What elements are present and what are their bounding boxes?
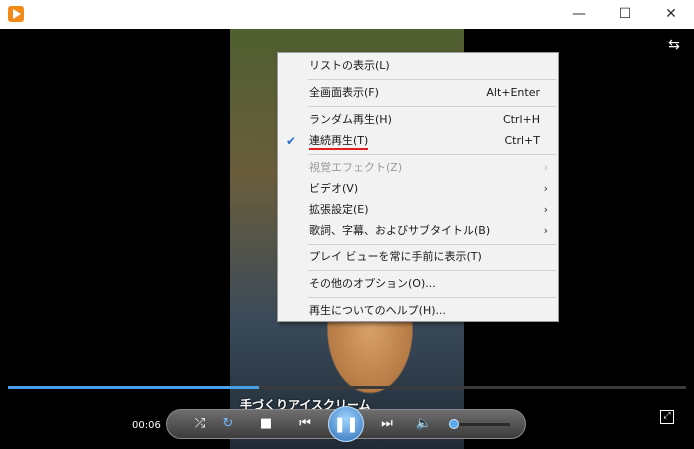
menu-item-label: リストの表示(L) (309, 59, 390, 72)
menu-item-shortcut: Ctrl+T (504, 134, 540, 147)
menu-separator (308, 106, 556, 107)
menu-item-show-list[interactable]: リストの表示(L) (278, 56, 558, 76)
menu-item-label: 全画面表示(F) (309, 86, 379, 99)
menu-item-playback-help[interactable]: 再生についてのヘルプ(H)... (278, 301, 558, 321)
menu-separator (308, 297, 556, 298)
menu-item-label: 拡張設定(E) (309, 203, 369, 216)
pause-button[interactable]: ❚❚ (328, 406, 364, 442)
menu-item-label: 視覚エフェクト(Z) (309, 161, 403, 174)
stop-icon[interactable]: ■ (256, 414, 276, 434)
menu-item-shortcut: Alt+Enter (486, 86, 540, 99)
shuffle-icon[interactable]: ⤮ (190, 414, 210, 434)
menu-item-always-on-top[interactable]: プレイ ビューを常に手前に表示(T) (278, 247, 558, 267)
menu-item-repeat[interactable]: ✔ 連続再生(T) Ctrl+T (278, 131, 558, 151)
chevron-right-icon: › (543, 182, 548, 195)
menu-item-video[interactable]: ビデオ(V) › (278, 179, 558, 199)
next-icon[interactable]: ⏭ (374, 414, 400, 434)
seek-bar-progress (8, 386, 259, 389)
menu-item-label: その他のオプション(O)... (309, 277, 436, 290)
volume-slider[interactable] (450, 423, 510, 426)
menu-separator (308, 154, 556, 155)
menu-item-label: プレイ ビューを常に手前に表示(T) (309, 250, 482, 263)
chevron-right-icon: › (543, 224, 548, 237)
elapsed-time: 00:06 (132, 420, 161, 431)
chevron-right-icon: › (543, 161, 548, 174)
menu-item-lyrics-captions[interactable]: 歌詞、字幕、およびサブタイトル(B) › (278, 221, 558, 241)
maximize-button[interactable]: ☐ (602, 0, 648, 29)
mute-icon[interactable]: 🔈 (414, 414, 434, 434)
menu-separator (308, 79, 556, 80)
title-bar: — ☐ ✕ (0, 0, 694, 29)
menu-separator (308, 270, 556, 271)
previous-icon[interactable]: ⏮ (292, 414, 318, 434)
menu-item-enhancements[interactable]: 拡張設定(E) › (278, 200, 558, 220)
seek-bar[interactable] (8, 386, 686, 389)
check-icon: ✔ (286, 134, 297, 148)
menu-item-more-options[interactable]: その他のオプション(O)... (278, 274, 558, 294)
minimize-button[interactable]: — (556, 0, 602, 29)
menu-item-visual-effects: 視覚エフェクト(Z) › (278, 158, 558, 178)
volume-slider-handle[interactable] (449, 419, 459, 429)
repeat-icon[interactable]: ↻ (218, 414, 238, 434)
chevron-right-icon: › (543, 203, 548, 216)
context-menu: リストの表示(L) 全画面表示(F) Alt+Enter ランダム再生(H) C… (277, 52, 559, 322)
menu-item-label: ビデオ(V) (309, 182, 359, 195)
menu-item-label: ランダム再生(H) (309, 113, 392, 126)
menu-item-label: 連続再生(T) (309, 134, 369, 150)
fullscreen-icon[interactable]: ⤢ (660, 410, 674, 424)
menu-item-fullscreen[interactable]: 全画面表示(F) Alt+Enter (278, 83, 558, 103)
menu-item-label: 歌詞、字幕、およびサブタイトル(B) (309, 224, 491, 237)
menu-item-shuffle[interactable]: ランダム再生(H) Ctrl+H (278, 110, 558, 130)
menu-separator (308, 244, 556, 245)
menu-item-label: 再生についてのヘルプ(H)... (309, 304, 447, 317)
media-player-icon (8, 6, 24, 22)
switch-to-library-icon[interactable]: ⇆ (663, 36, 685, 54)
menu-item-shortcut: Ctrl+H (502, 113, 540, 126)
close-button[interactable]: ✕ (648, 0, 694, 29)
